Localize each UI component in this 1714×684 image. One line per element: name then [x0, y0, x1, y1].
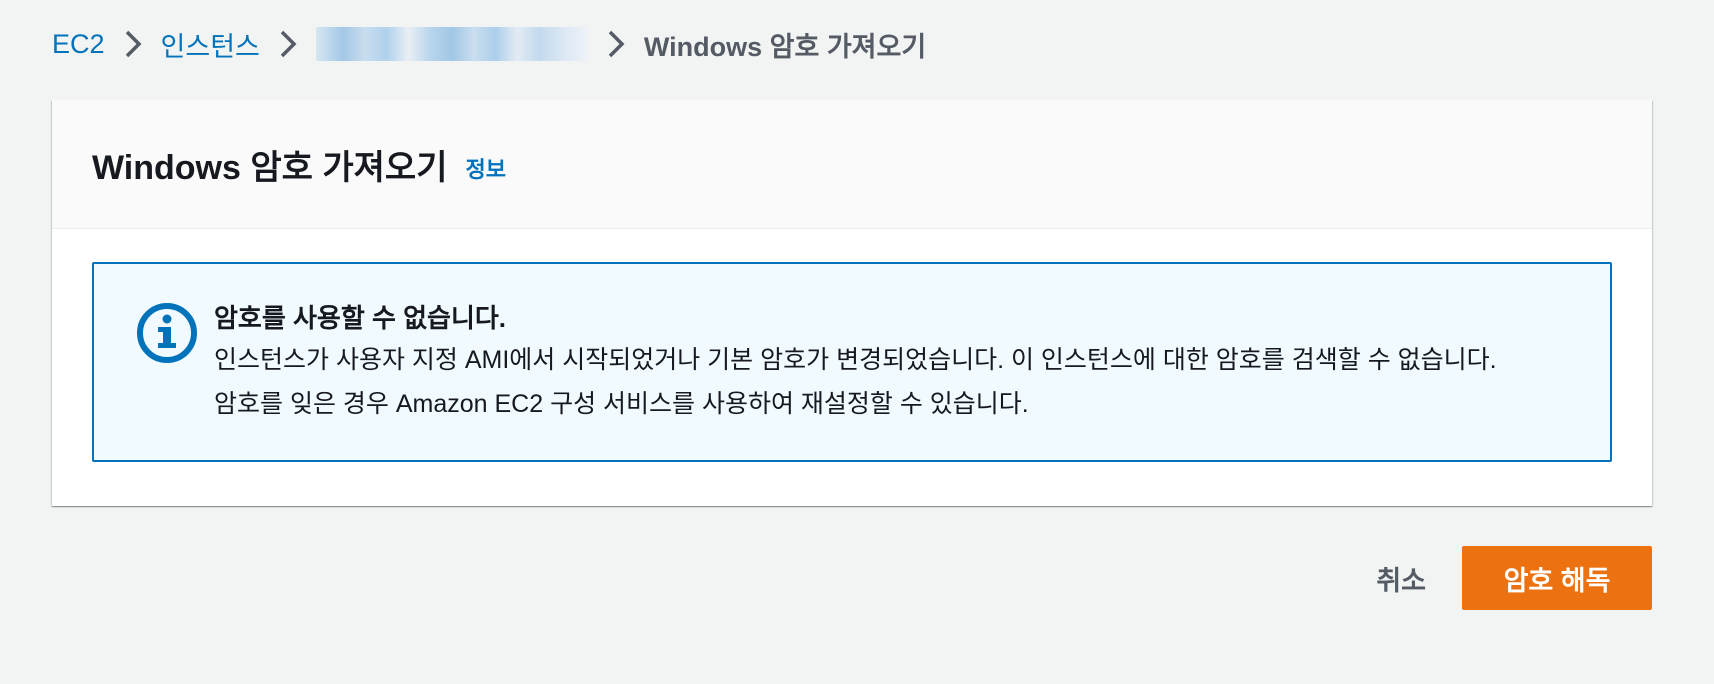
- get-windows-password-panel: Windows 암호 가져오기 정보 암호를 사용할 수 없습니다. 인스턴스가…: [52, 100, 1652, 506]
- alert-title: 암호를 사용할 수 없습니다.: [214, 303, 507, 333]
- breadcrumb: EC2 인스턴스 Windows 암호 가져오기: [52, 22, 926, 66]
- breadcrumb-ec2-link[interactable]: EC2: [52, 29, 105, 60]
- info-circle-icon: [134, 300, 200, 366]
- alert-content: 암호를 사용할 수 없습니다. 인스턴스가 사용자 지정 AMI에서 시작되었거…: [214, 298, 1580, 426]
- alert-message-line-2: 암호를 잊은 경우 Amazon EC2 구성 서비스를 사용하여 재설정할 수…: [214, 390, 1029, 418]
- decrypt-password-button[interactable]: 암호 해독: [1462, 546, 1652, 610]
- cancel-button[interactable]: 취소: [1340, 546, 1462, 610]
- page-title: Windows 암호 가져오기: [92, 148, 448, 187]
- info-link[interactable]: 정보: [465, 152, 505, 184]
- breadcrumb-instances-link[interactable]: 인스턴스: [161, 25, 260, 64]
- panel-header: Windows 암호 가져오기 정보: [52, 100, 1652, 229]
- info-alert: 암호를 사용할 수 없습니다. 인스턴스가 사용자 지정 AMI에서 시작되었거…: [92, 262, 1612, 462]
- chevron-right-icon: [594, 22, 638, 66]
- breadcrumb-current: Windows 암호 가져오기: [643, 31, 927, 62]
- alert-message-line-1: 인스턴스가 사용자 지정 AMI에서 시작되었거나 기본 암호가 변경되었습니다…: [214, 346, 1497, 374]
- breadcrumb-instance-id-redacted[interactable]: [315, 27, 588, 61]
- chevron-right-icon: [266, 22, 310, 66]
- form-actions: 취소 암호 해독: [1340, 546, 1652, 610]
- chevron-right-icon: [111, 22, 155, 66]
